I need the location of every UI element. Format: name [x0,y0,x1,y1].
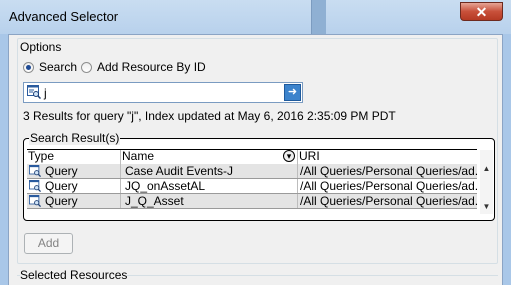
search-radio-label: Search [39,60,78,74]
cell-uri: /All Queries/Personal Queries/ad... [300,194,477,208]
query-icon [29,180,41,192]
search-results-title: Search Result(s) [29,131,121,145]
search-radio-circle[interactable] [23,61,34,73]
search-radio[interactable]: Search [23,60,77,74]
cell-type: Query [45,164,121,178]
table-row[interactable]: Query JQ_onAssetAL /All Queries/Personal… [27,179,477,194]
query-icon [29,165,41,177]
column-type[interactable]: Type [27,150,121,164]
scroll-down-icon[interactable]: ▼ [480,202,493,211]
cell-uri: /All Queries/Personal Queries/ad... [300,179,477,193]
search-value: j [44,86,47,100]
add-button[interactable]: Add [24,233,73,254]
table-row[interactable]: Query Case Audit Events-J /All Queries/P… [27,164,477,179]
cell-type: Query [45,194,121,208]
cell-name: Case Audit Events-J [121,164,298,178]
query-icon [27,85,41,99]
column-name[interactable]: Name [121,150,298,164]
sort-down-icon[interactable]: ▾ [283,150,295,162]
results-status: 3 Results for query "j", Index updated a… [23,109,396,123]
window-title: Advanced Selector [9,9,119,24]
search-go-button[interactable]: ➜ [284,84,301,101]
cell-name: JQ_onAssetAL [121,179,298,193]
scroll-up-icon[interactable]: ▲ [480,164,493,173]
cell-name: J_Q_Asset [121,194,298,208]
arrow-right-icon: ➜ [287,86,298,98]
query-icon [29,195,41,207]
dialog-content: Options Search Add Resource By ID j ➜ 3 … [8,34,503,285]
options-title: Options [20,40,62,54]
search-input[interactable]: j ➜ [23,82,303,103]
add-by-id-radio-circle[interactable] [81,61,92,73]
search-results-group: Type Name ▾ URI Query Case Audit Events-… [23,138,495,221]
add-by-id-radio-label: Add Resource By ID [97,60,206,74]
close-button[interactable]: ✕ [460,2,503,21]
title-bar: Advanced Selector ✕ [0,0,511,34]
selected-resources-title: Selected Resources [20,268,128,282]
cell-uri: /All Queries/Personal Queries/ad... [300,164,477,178]
column-uri[interactable]: URI [298,150,477,164]
table-row[interactable]: Query J_Q_Asset /All Queries/Personal Qu… [27,194,477,209]
cell-type: Query [45,179,121,193]
background-window-edge [311,0,326,34]
results-scrollbar[interactable]: ▲ ▼ [480,150,493,214]
results-table-header: Type Name ▾ URI [27,149,477,165]
add-by-id-radio[interactable]: Add Resource By ID [81,60,206,74]
